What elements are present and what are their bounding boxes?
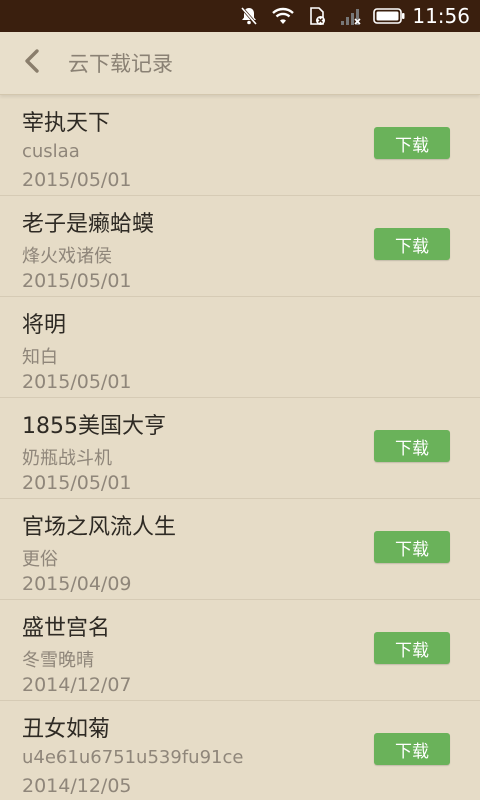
book-author: 冬雪晚晴 <box>22 650 94 671</box>
list-item[interactable]: 盛世宫名冬雪晚晴 2014/12/07 下载 <box>0 600 480 701</box>
download-button[interactable]: 下载 <box>374 228 450 260</box>
list-item[interactable]: 将明知白 2015/05/01 <box>0 297 480 398</box>
sim-disabled-icon <box>304 5 330 27</box>
download-record-list: 宰执天下 cuslaa 2015/05/01 下载 老子是癞蛤蟆 烽火戏诸侯 2015/05… <box>0 95 480 800</box>
status-bar: 11:56 <box>0 0 480 32</box>
book-author: 奶瓶战斗机 <box>22 448 112 469</box>
clock: 11:56 <box>412 4 470 28</box>
list-item[interactable]: 官场之风流人生更俗 2015/04/09 下载 <box>0 499 480 600</box>
book-author: 烽火戏诸侯 <box>22 246 112 267</box>
record-date: 2015/04/09 <box>22 573 132 595</box>
record-date: 2015/05/01 <box>22 472 132 494</box>
record-date: 2015/05/01 <box>22 371 132 393</box>
download-button[interactable]: 下载 <box>374 632 450 664</box>
book-title: 宰执天下 <box>22 111 111 136</box>
book-title: 老子是癞蛤蟆 <box>22 212 155 237</box>
list-item[interactable]: 丑女如菊 u4e61u6751u539fu91ce 2014/12/05 下载 <box>0 701 480 800</box>
list-item[interactable]: 宰执天下 cuslaa 2015/05/01 下载 <box>0 95 480 196</box>
book-title: 官场之风流人生 <box>22 515 177 540</box>
chevron-left-icon <box>23 48 41 78</box>
download-button[interactable]: 下载 <box>374 531 450 563</box>
book-title: 丑女如菊 <box>22 717 111 742</box>
book-author: u4e61u6751u539fu91ce <box>22 747 244 768</box>
download-button[interactable]: 下载 <box>374 430 450 462</box>
record-date: 2014/12/07 <box>22 674 132 696</box>
download-button[interactable]: 下载 <box>374 733 450 765</box>
book-title: 将明 <box>22 313 67 338</box>
header: 云下载记录 <box>0 32 480 95</box>
page-title: 云下载记录 <box>68 52 173 76</box>
signal-icon <box>338 5 364 27</box>
battery-icon <box>372 5 406 27</box>
back-button[interactable] <box>0 32 64 95</box>
wifi-icon <box>270 5 296 27</box>
record-date: 2014/12/05 <box>22 775 132 797</box>
book-title: 盛世宫名 <box>22 616 111 641</box>
record-date: 2015/05/01 <box>22 270 132 292</box>
book-author: cuslaa <box>22 141 80 162</box>
download-button[interactable]: 下载 <box>374 127 450 159</box>
book-author: 更俗 <box>22 549 58 570</box>
notification-muted-icon <box>236 5 262 27</box>
record-date: 2015/05/01 <box>22 169 132 191</box>
list-item[interactable]: 1855美国大亨奶瓶战斗机 2015/05/01 下载 <box>0 398 480 499</box>
list-item[interactable]: 老子是癞蛤蟆烽火戏诸侯 2015/05/01 下载 <box>0 196 480 297</box>
book-title: 1855美国大亨 <box>22 414 166 439</box>
book-author: 知白 <box>22 347 58 368</box>
